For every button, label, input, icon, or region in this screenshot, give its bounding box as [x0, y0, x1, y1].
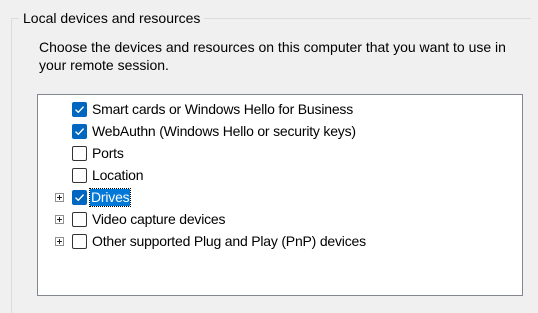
smart-cards-checkbox[interactable] [72, 102, 87, 117]
description-text: Choose the devices and resources on this… [39, 39, 506, 73]
drives-checkbox[interactable] [72, 190, 87, 205]
video-capture-expand-icon[interactable] [55, 215, 64, 224]
webauthn-label: WebAuthn (Windows Hello or security keys… [92, 123, 356, 139]
location-label: Location [92, 167, 144, 183]
video-capture-label: Video capture devices [92, 211, 226, 227]
pnp-devices-expand-icon[interactable] [55, 237, 64, 246]
group-title: Local devices and resources [19, 9, 205, 27]
location-checkbox[interactable] [72, 168, 87, 183]
drives-label: Drives [88, 188, 132, 207]
webauthn-checkbox[interactable] [72, 124, 87, 139]
smart-cards-label: Smart cards or Windows Hello for Busines… [92, 101, 353, 117]
pnp-devices-checkbox[interactable] [72, 234, 87, 249]
drives-expand-icon[interactable] [55, 193, 64, 202]
device-tree[interactable]: Smart cards or Windows Hello for Busines… [37, 94, 523, 296]
ports-checkbox[interactable] [72, 146, 87, 161]
video-capture-checkbox[interactable] [72, 212, 87, 227]
ports-label: Ports [92, 145, 124, 161]
pnp-devices-label: Other supported Plug and Play (PnP) devi… [92, 233, 366, 249]
